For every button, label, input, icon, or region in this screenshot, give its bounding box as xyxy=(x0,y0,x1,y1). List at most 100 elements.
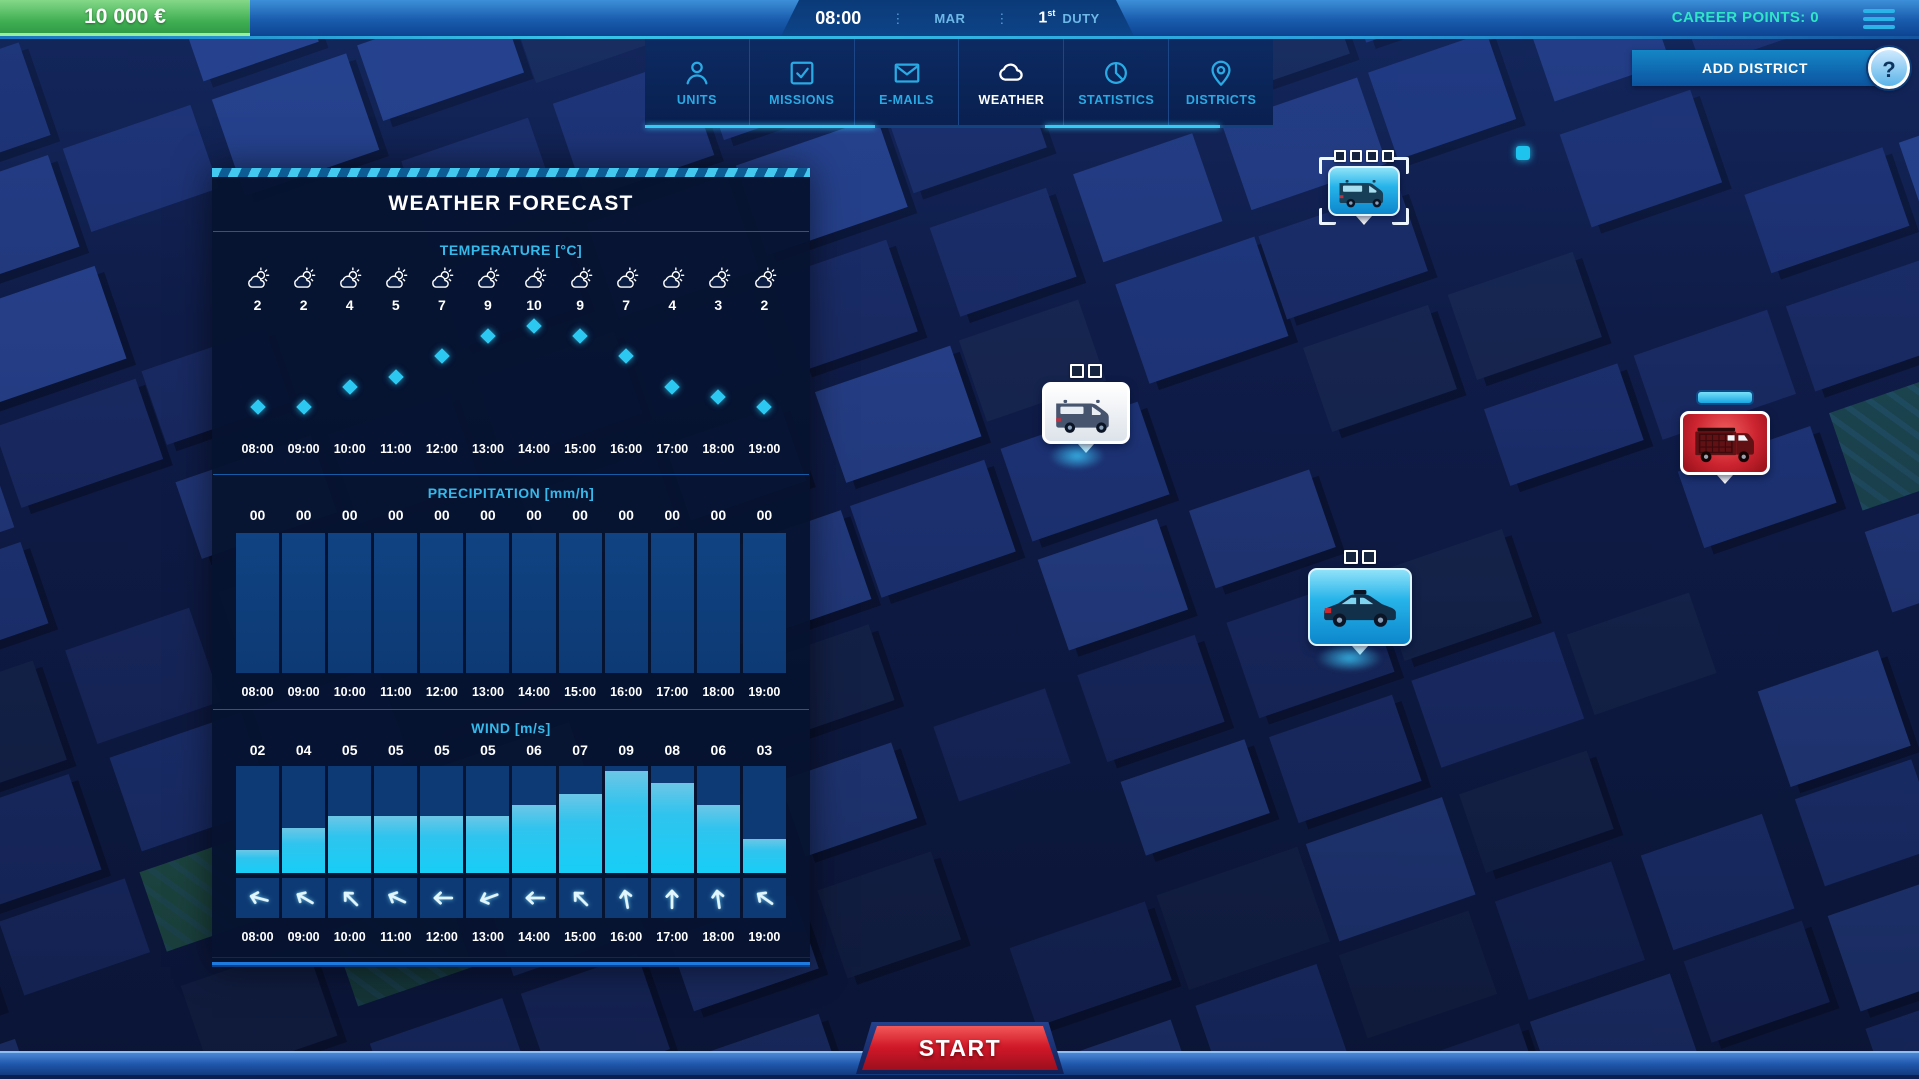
temperature-value-cell: 9 xyxy=(466,293,509,317)
wind-direction-arrow-icon xyxy=(562,880,599,917)
temperature-value-cell: 4 xyxy=(328,293,371,317)
time-label: 12:00 xyxy=(420,680,463,704)
police-car-marker[interactable] xyxy=(1298,550,1422,655)
start-button-face: START xyxy=(860,1026,1060,1070)
temperature-diamond xyxy=(618,348,634,364)
temperature-line-cell xyxy=(743,320,786,430)
weather-icon-cell xyxy=(420,260,463,293)
main-nav-tabs: UNITS MISSIONSE-MAILSWEATHERSTATISTICS DIS… xyxy=(645,39,1273,125)
temperature-value: 9 xyxy=(559,293,602,317)
temperature-line-cell xyxy=(374,320,417,430)
map-poi-icon[interactable] xyxy=(1516,146,1530,160)
fire-truck-marker[interactable] xyxy=(1670,390,1780,484)
precipitation-value: 00 xyxy=(697,503,740,527)
wind-direction-cell xyxy=(559,878,602,918)
time-label: 16:00 xyxy=(605,437,648,461)
tab-label: DISTRICTS xyxy=(1186,93,1256,107)
start-button[interactable]: START xyxy=(856,1022,1064,1074)
crew-slot-icon xyxy=(1088,364,1102,378)
temperature-diamond xyxy=(757,399,773,415)
wind-bar-fill xyxy=(512,805,555,873)
temperature-value-cell: 7 xyxy=(420,293,463,317)
temperature-diamond xyxy=(480,328,496,344)
wind-direction-arrow-icon xyxy=(611,883,641,913)
wind-value-cell: 07 xyxy=(559,738,602,762)
temperature-times-row: 08:0009:0010:0011:0012:0013:0014:0015:00… xyxy=(212,437,810,461)
police-icon xyxy=(1308,568,1412,646)
wind-direction-arrow-icon xyxy=(659,885,685,911)
tab-e-mails[interactable]: E-MAILS xyxy=(855,39,960,125)
tab-units[interactable]: UNITS xyxy=(645,39,750,125)
precipitation-value: 00 xyxy=(282,503,325,527)
hamburger-menu-icon[interactable] xyxy=(1863,9,1895,29)
sun-behind-cloud-icon xyxy=(282,263,325,293)
tab-statistics[interactable]: STATISTICS xyxy=(1064,39,1169,125)
time-label: 09:00 xyxy=(282,680,325,704)
add-district-button[interactable]: ADD DISTRICT xyxy=(1632,50,1878,86)
tab-weather[interactable]: WEATHER xyxy=(959,39,1064,125)
wind-direction-cell xyxy=(697,878,740,918)
weather-icon-cell xyxy=(743,260,786,293)
precipitation-value-cell: 00 xyxy=(236,503,279,527)
game-clock: 08:00 ⋮ MAR ⋮ 1st DUTY xyxy=(781,0,1134,36)
weather-icon-cell xyxy=(559,260,602,293)
precipitation-value: 00 xyxy=(605,503,648,527)
sun-behind-cloud-icon xyxy=(466,263,509,293)
temperature-value: 7 xyxy=(605,293,648,317)
ambulance-van-marker[interactable] xyxy=(1318,150,1410,225)
sun-behind-cloud-icon xyxy=(374,263,417,293)
temperature-line-cell xyxy=(236,320,279,430)
precipitation-times-row: 08:0009:0010:0011:0012:0013:0014:0015:00… xyxy=(212,680,810,704)
wind-bar-fill xyxy=(236,850,279,873)
pie-chart-icon xyxy=(1101,58,1131,88)
tab-districts[interactable]: DISTRICTS xyxy=(1169,39,1273,125)
wind-value: 05 xyxy=(328,738,371,762)
temperature-line-cell xyxy=(559,320,602,430)
wind-direction-arrow-icon xyxy=(286,880,322,916)
precipitation-chart xyxy=(212,533,810,673)
precipitation-value: 00 xyxy=(236,503,279,527)
time-label: 19:00 xyxy=(743,437,786,461)
weather-icon-cell xyxy=(512,260,555,293)
wind-bar xyxy=(559,766,602,873)
time-label: 19:00 xyxy=(743,925,786,949)
precipitation-value-cell: 00 xyxy=(743,503,786,527)
crew-slot-icon xyxy=(1350,150,1362,162)
wind-direction-arrow-icon xyxy=(242,882,274,914)
wind-bar xyxy=(236,766,279,873)
time-label: 08:00 xyxy=(236,925,279,949)
wind-direction-arrow-icon xyxy=(378,881,413,916)
temperature-section-label: TEMPERATURE [°C] xyxy=(212,240,810,260)
precipitation-value-cell: 00 xyxy=(282,503,325,527)
temperature-value-cell: 2 xyxy=(282,293,325,317)
wind-bar xyxy=(512,766,555,873)
weather-icon-cell xyxy=(374,260,417,293)
temperature-diamond xyxy=(572,328,588,344)
wind-value-cell: 04 xyxy=(282,738,325,762)
time-label: 10:00 xyxy=(328,437,371,461)
sun-behind-cloud-icon xyxy=(651,263,694,293)
wind-direction-cell xyxy=(374,878,417,918)
time-label: 12:00 xyxy=(420,437,463,461)
duty-label: DUTY xyxy=(1062,11,1099,26)
help-button[interactable]: ? xyxy=(1868,47,1910,89)
temperature-value-cell: 9 xyxy=(559,293,602,317)
tab-missions[interactable]: MISSIONS xyxy=(750,39,855,125)
time-label: 13:00 xyxy=(466,680,509,704)
wind-bar xyxy=(651,766,694,873)
weather-icon-cell xyxy=(466,260,509,293)
wind-value: 09 xyxy=(605,738,648,762)
wind-value-cell: 05 xyxy=(466,738,509,762)
wind-bar xyxy=(697,766,740,873)
time-label: 14:00 xyxy=(512,925,555,949)
temperature-line-cell xyxy=(512,320,555,430)
temperature-values-row: 2245791097432 xyxy=(212,293,810,317)
precipitation-value: 00 xyxy=(651,503,694,527)
wind-bar-fill xyxy=(328,816,371,873)
ambulance-van-marker[interactable] xyxy=(1032,364,1140,453)
temperature-value-cell: 7 xyxy=(605,293,648,317)
checkbox-icon xyxy=(787,58,817,88)
temperature-line-cell xyxy=(328,320,371,430)
tab-label: UNITS xyxy=(677,93,717,107)
precipitation-bar xyxy=(651,533,694,673)
